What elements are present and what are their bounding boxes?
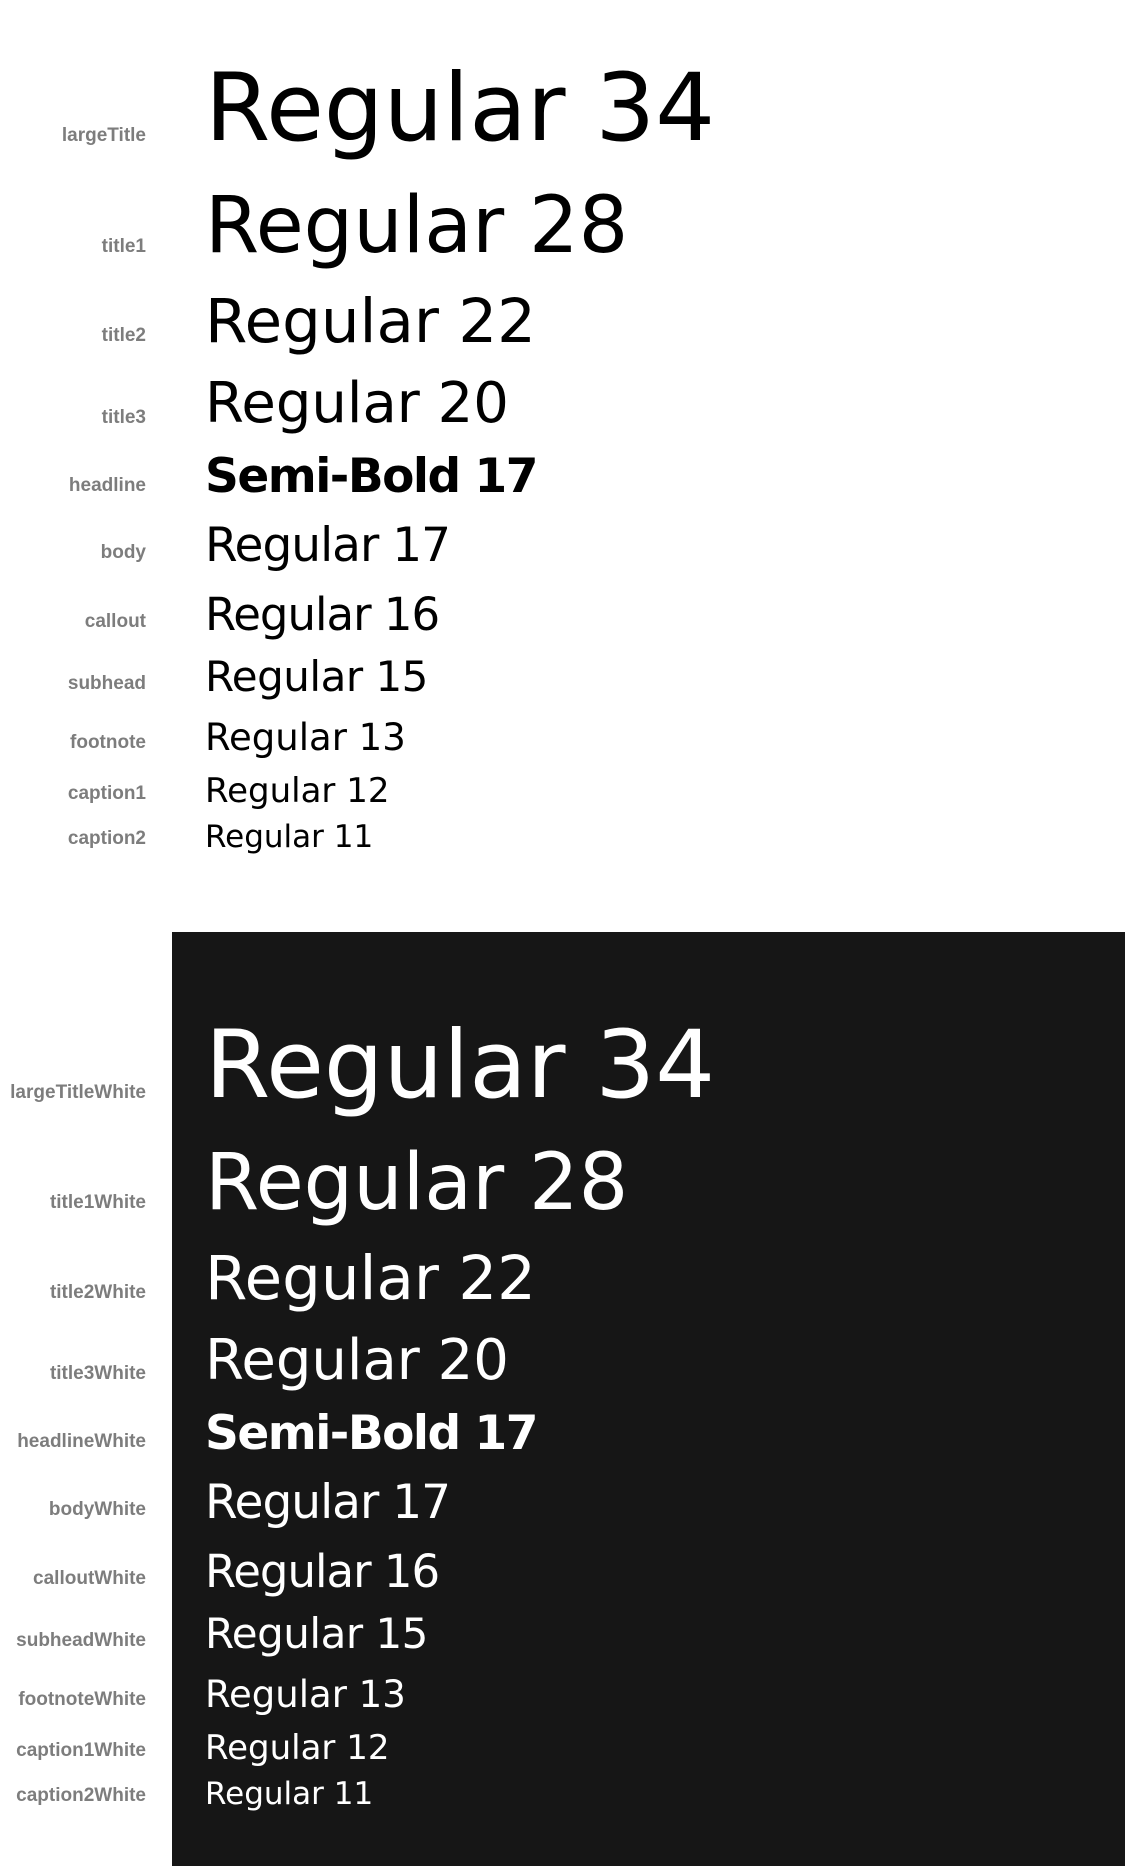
sample-headline-white: Semi-Bold 17: [205, 1406, 538, 1461]
sample-large-title-white: Regular 34: [205, 1011, 716, 1120]
style-label-callout-white: calloutWhite: [33, 1568, 146, 1589]
sample-subhead: Regular 15: [205, 652, 428, 701]
style-label-title2-white: title2White: [49, 1282, 146, 1303]
sample-caption2: Regular 11: [205, 819, 374, 855]
sample-title3: Regular 20: [205, 371, 509, 436]
style-label-title1: title1: [101, 236, 146, 257]
style-label-body-white: bodyWhite: [48, 1499, 146, 1520]
sample-callout-white: Regular 16: [205, 1545, 440, 1598]
style-label-large-title-white: largeTitleWhite: [10, 1082, 146, 1103]
sample-title2-white: Regular 22: [205, 1243, 536, 1314]
sample-title3-white: Regular 20: [205, 1328, 509, 1393]
style-label-callout: callout: [84, 611, 146, 632]
sample-caption2-white: Regular 11: [205, 1776, 374, 1812]
style-label-large-title: largeTitle: [61, 125, 146, 146]
style-label-caption2-white: caption2White: [16, 1785, 146, 1806]
sample-footnote-white: Regular 13: [205, 1673, 406, 1716]
sample-callout: Regular 16: [205, 588, 440, 641]
style-label-body: body: [100, 542, 146, 563]
style-label-headline-white: headlineWhite: [17, 1431, 146, 1452]
style-label-caption1-white: caption1White: [16, 1740, 146, 1761]
sample-title1-white: Regular 28: [205, 1138, 629, 1228]
style-label-caption2: caption2: [67, 828, 146, 849]
style-label-subhead: subhead: [67, 673, 146, 694]
style-label-title1-white: title1White: [49, 1192, 146, 1213]
style-label-subhead-white: subheadWhite: [16, 1630, 146, 1651]
sample-caption1-white: Regular 12: [205, 1728, 390, 1768]
style-label-footnote-white: footnoteWhite: [18, 1689, 146, 1710]
sample-subhead-white: Regular 15: [205, 1609, 428, 1658]
style-label-title3: title3: [101, 407, 146, 428]
sample-title1: Regular 28: [205, 181, 629, 271]
style-label-headline: headline: [68, 475, 146, 496]
sample-footnote: Regular 13: [205, 716, 406, 759]
sample-caption1: Regular 12: [205, 771, 390, 811]
sample-body-white: Regular 17: [205, 1475, 451, 1530]
sample-body: Regular 17: [205, 518, 451, 573]
style-label-title3-white: title3White: [49, 1363, 146, 1384]
style-label-title2: title2: [101, 325, 146, 346]
style-label-footnote: footnote: [70, 732, 146, 753]
style-label-caption1: caption1: [67, 783, 146, 804]
sample-large-title: Regular 34: [205, 54, 716, 163]
sample-headline: Semi-Bold 17: [205, 449, 538, 504]
sample-title2: Regular 22: [205, 286, 536, 357]
